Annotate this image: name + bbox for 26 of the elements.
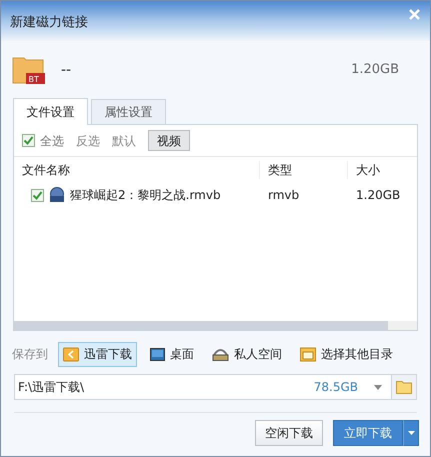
column-header: 类型 — [260, 160, 348, 178]
file-name: 猩球崛起2：黎明之战.rmvb — [70, 187, 221, 204]
file-size: 1.20GB — [355, 187, 402, 204]
filter-button[interactable]: 默认 — [112, 132, 136, 150]
path-field[interactable]: F:\迅雷下载\ 78.5GB — [14, 374, 392, 400]
tab[interactable]: 文件设置 — [13, 98, 88, 125]
idle-download-button[interactable]: 空闲下载 — [255, 420, 323, 446]
save-location-button[interactable]: 迅雷下载 — [58, 342, 137, 366]
column-header: 文件名称 — [14, 160, 260, 178]
filter-button[interactable]: 反选 — [76, 132, 100, 150]
filter-button[interactable]: 视频 — [148, 130, 190, 151]
file-type: rmvb — [267, 187, 300, 204]
save-to-label: 保存到 — [12, 346, 48, 363]
tab[interactable]: 属性设置 — [91, 99, 166, 124]
window-title: 新建磁力链接 — [10, 14, 88, 32]
column-header: 大小 — [355, 162, 381, 178]
path-value: F:\迅雷下载\ — [18, 379, 84, 396]
free-space: 78.5GB — [314, 379, 358, 396]
download-now-button[interactable]: 立即下载 — [333, 420, 403, 446]
bt-label: BT — [28, 75, 39, 84]
save-location-button[interactable]: 选择其他目录 — [295, 342, 398, 366]
torrent-name: -- — [61, 60, 72, 80]
save-location-button[interactable]: 桌面 — [145, 342, 199, 366]
torrent-size: 1.20GB — [351, 61, 399, 80]
select-all-label[interactable]: 全选 — [40, 132, 64, 150]
save-location-button[interactable]: 私人空间 — [207, 342, 287, 366]
